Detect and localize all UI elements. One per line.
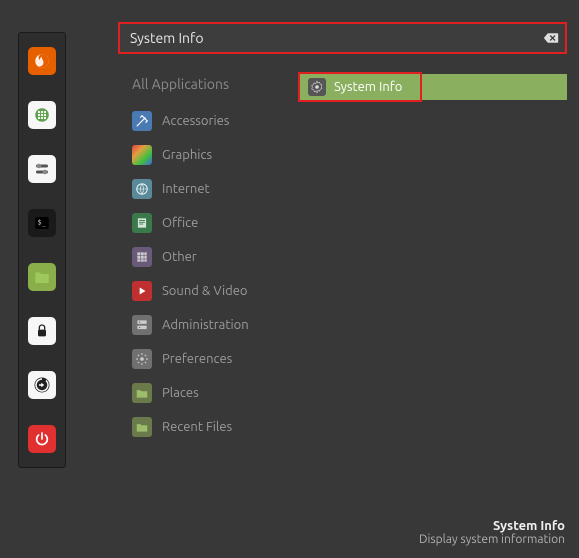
- firefox-icon[interactable]: [28, 47, 56, 75]
- favorites-sidebar: $_: [18, 32, 66, 468]
- result-system-info[interactable]: System Info: [298, 72, 422, 102]
- settings-toggle-icon[interactable]: [28, 155, 56, 183]
- internet-icon: [132, 179, 152, 199]
- preferences-icon: [132, 349, 152, 369]
- logout-icon[interactable]: [28, 371, 56, 399]
- places-icon: [132, 383, 152, 403]
- lock-icon[interactable]: [28, 317, 56, 345]
- category-places[interactable]: Places: [128, 376, 298, 410]
- category-administration[interactable]: Administration: [128, 308, 298, 342]
- search-input[interactable]: System Info: [120, 24, 537, 52]
- category-label: Accessories: [162, 114, 229, 128]
- graphics-icon: [132, 145, 152, 165]
- category-other[interactable]: Other: [128, 240, 298, 274]
- category-recent-files[interactable]: Recent Files: [128, 410, 298, 444]
- terminal-icon[interactable]: $_: [28, 209, 56, 237]
- category-list: All Applications Accessories Graphics In…: [128, 72, 298, 444]
- category-label: Preferences: [162, 352, 232, 366]
- category-label: Places: [162, 386, 199, 400]
- svg-text:$_: $_: [38, 219, 47, 227]
- category-label: Office: [162, 216, 198, 230]
- footer-hint: System Info Display system information: [419, 519, 565, 546]
- category-label: Other: [162, 250, 197, 264]
- footer-desc: Display system information: [419, 533, 565, 546]
- footer-title: System Info: [419, 519, 565, 533]
- files-icon[interactable]: [28, 263, 56, 291]
- clear-search-icon[interactable]: [537, 24, 565, 52]
- administration-icon: [132, 315, 152, 335]
- category-internet[interactable]: Internet: [128, 172, 298, 206]
- category-sound-video[interactable]: Sound & Video: [128, 274, 298, 308]
- search-bar: System Info: [118, 22, 567, 54]
- result-label: System Info: [334, 80, 402, 94]
- category-label: Administration: [162, 318, 249, 332]
- recent-files-icon: [132, 417, 152, 437]
- category-label: Sound & Video: [162, 284, 248, 298]
- results-panel: System Info: [298, 72, 567, 102]
- power-icon[interactable]: [28, 425, 56, 453]
- category-header[interactable]: All Applications: [128, 72, 298, 104]
- gear-icon: [308, 78, 326, 96]
- result-selection-bg: [422, 74, 567, 100]
- category-label: Graphics: [162, 148, 212, 162]
- apps-grid-icon[interactable]: [28, 101, 56, 129]
- search-input-value: System Info: [130, 30, 204, 46]
- category-office[interactable]: Office: [128, 206, 298, 240]
- other-icon: [132, 247, 152, 267]
- category-label: Internet: [162, 182, 210, 196]
- accessories-icon: [132, 111, 152, 131]
- category-accessories[interactable]: Accessories: [128, 104, 298, 138]
- sound-video-icon: [132, 281, 152, 301]
- category-preferences[interactable]: Preferences: [128, 342, 298, 376]
- category-label: Recent Files: [162, 420, 232, 434]
- office-icon: [132, 213, 152, 233]
- category-graphics[interactable]: Graphics: [128, 138, 298, 172]
